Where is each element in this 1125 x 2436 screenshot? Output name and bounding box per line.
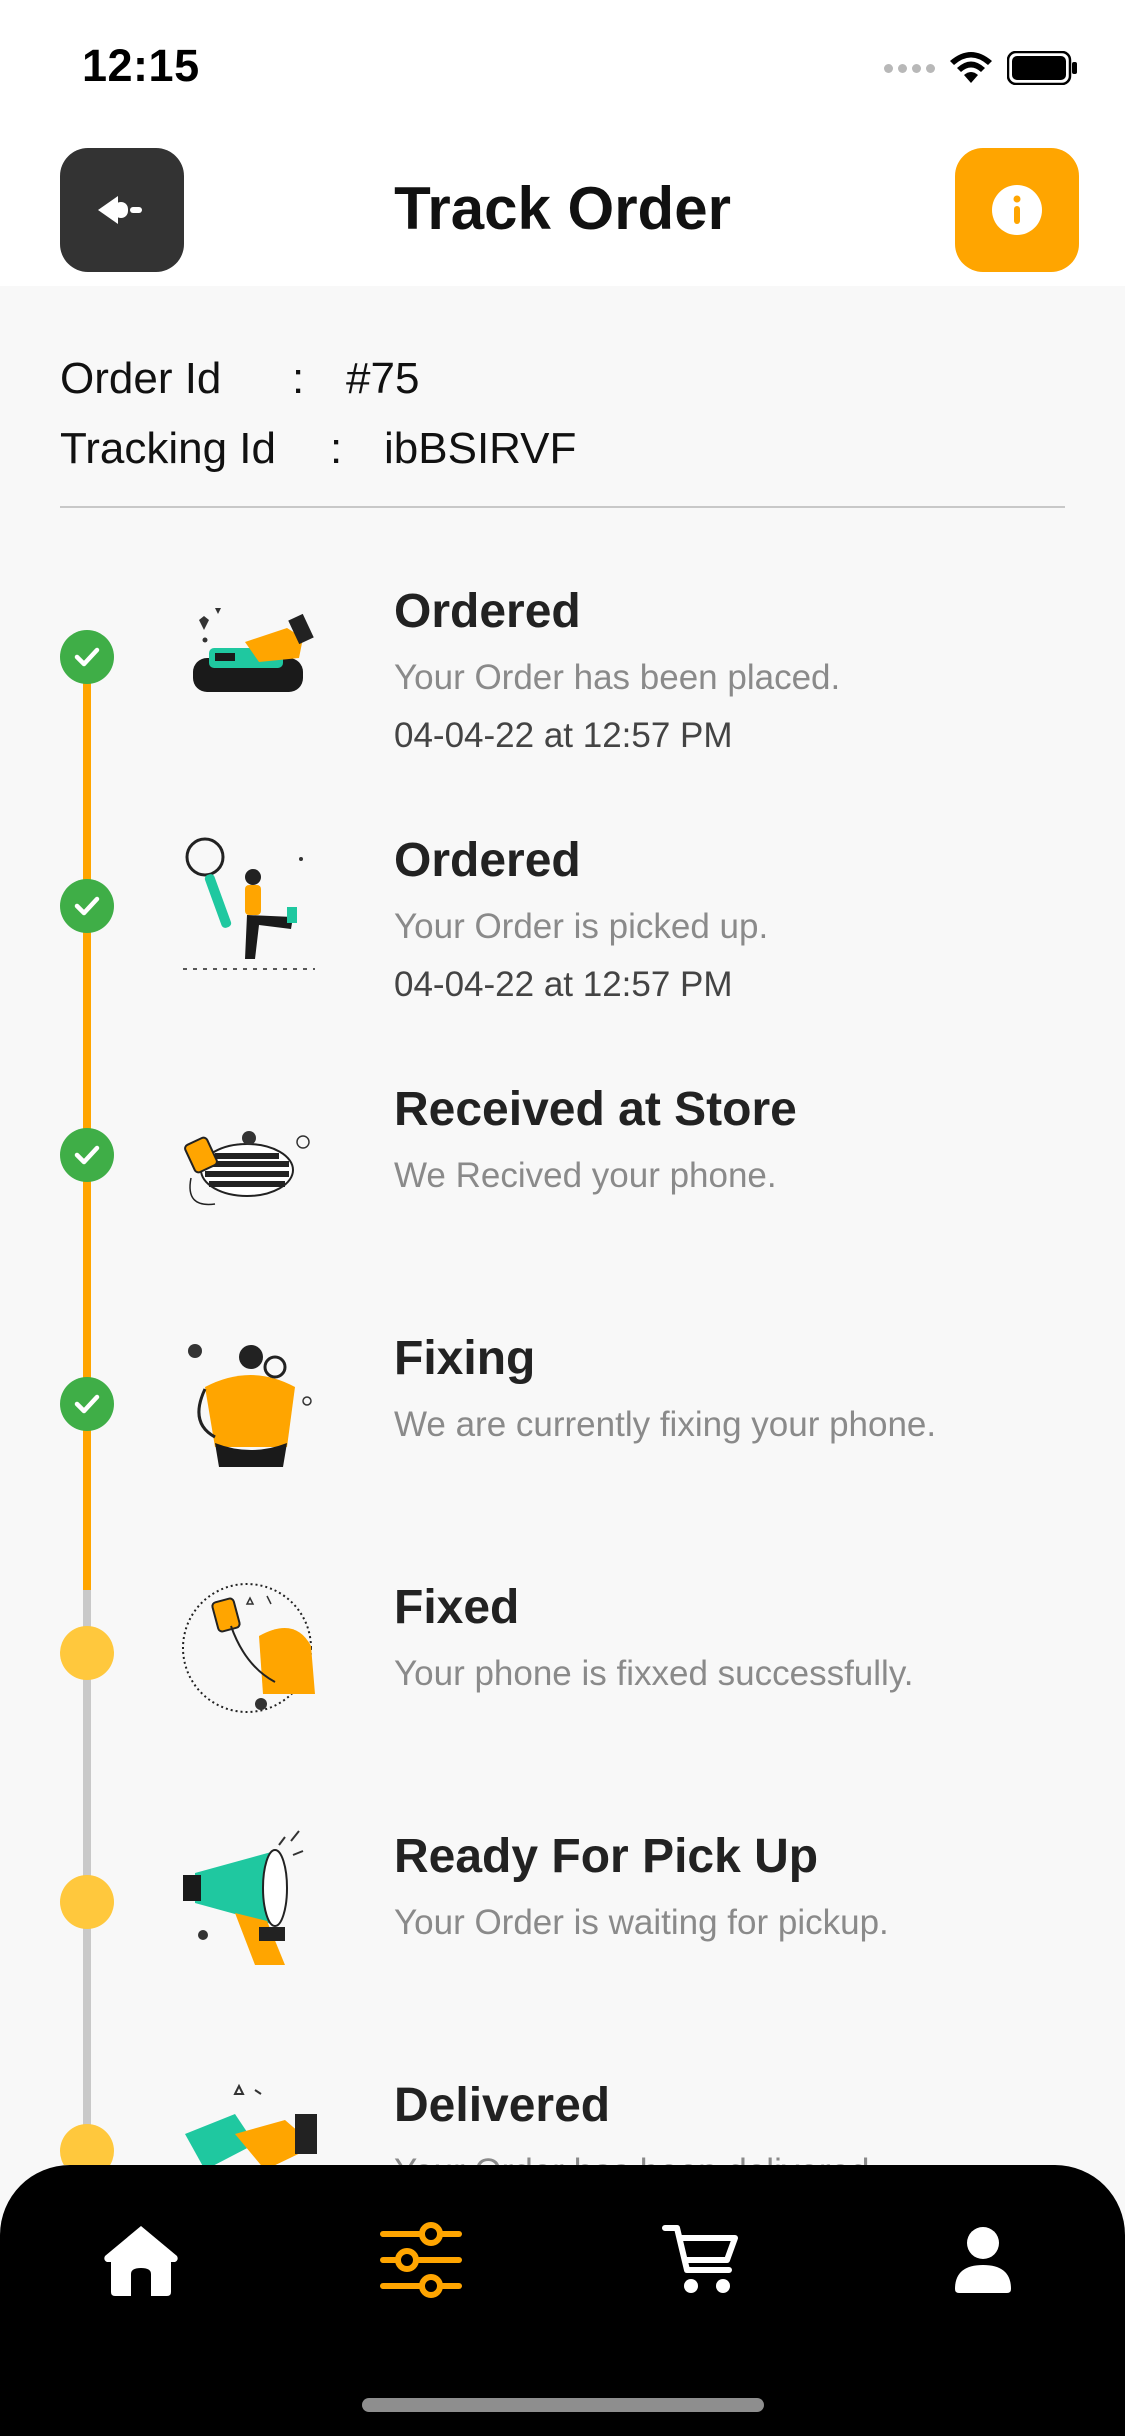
check-icon [60, 1128, 114, 1182]
pending-dot-icon [60, 1626, 114, 1680]
nav-profile[interactable] [928, 2205, 1038, 2315]
check-icon [60, 1377, 114, 1431]
phone-fixed-illustration [182, 1583, 315, 1713]
order-id-row: Order Id : #75 [60, 344, 576, 414]
filter-sliders-icon [380, 2222, 462, 2298]
store-receive-illustration [184, 1131, 310, 1206]
megaphone-illustration [183, 1830, 304, 1965]
step-title: Fixing [394, 1332, 536, 1385]
nav-cart[interactable] [646, 2205, 756, 2315]
nav-home[interactable] [86, 2205, 196, 2315]
payment-card-illustration [193, 608, 314, 692]
step-description: We are currently fixing your phone. [394, 1405, 937, 1444]
timeline-step: Fixing We are currently fixing your phon… [0, 1307, 1125, 1556]
order-id-value: #75 [346, 354, 420, 403]
check-icon [60, 630, 114, 684]
check-icon [60, 879, 114, 933]
divider [60, 506, 1065, 508]
step-title: Fixed [394, 1581, 520, 1634]
tracking-id-value: ibBSIRVF [384, 424, 577, 473]
timeline-step: Fixed Your phone is fixxed successfully. [0, 1556, 1125, 1805]
header: Track Order [0, 140, 1125, 286]
order-timeline: Ordered Your Order has been placed. 04-0… [0, 560, 1125, 2165]
home-icon [104, 2226, 178, 2296]
order-id-label: Order Id [60, 354, 222, 403]
step-description: Your Order has been placed. [394, 658, 841, 697]
timeline-step: Received at Store We Recived your phone. [0, 1058, 1125, 1307]
nav-orders[interactable] [366, 2205, 476, 2315]
tracking-id-separator: : [330, 424, 343, 473]
pending-dot-icon [60, 2124, 114, 2165]
timeline-step: Ordered Your Order has been placed. 04-0… [0, 560, 1125, 809]
step-description: Your Order is waiting for pickup. [394, 1903, 889, 1942]
step-date: 04-04-22 at 12:57 PM [394, 965, 733, 1004]
step-title: Delivered [394, 2079, 611, 2132]
timeline-step: Ordered Your Order is picked up. 04-04-2… [0, 809, 1125, 1058]
home-indicator [362, 2398, 764, 2412]
order-info: Order Id : #75 Tracking Id : ibBSIRVF [60, 344, 576, 484]
step-description: Your Order is picked up. [394, 907, 769, 946]
profile-icon [955, 2227, 1011, 2293]
repair-person-illustration [188, 1344, 312, 1467]
info-button[interactable] [955, 148, 1079, 272]
step-description: Your Order has been delivered. [394, 2152, 879, 2165]
step-title: Ready For Pick Up [394, 1830, 819, 1883]
cart-icon [662, 2225, 738, 2293]
info-icon [992, 185, 1042, 235]
order-id-separator: : [292, 354, 305, 403]
timeline-step: Delivered Your Order has been delivered. [0, 2054, 1125, 2165]
step-description: We Recived your phone. [394, 1156, 777, 1195]
battery-icon [1007, 51, 1077, 85]
wifi-icon [950, 52, 992, 83]
step-description: Your phone is fixxed successfully. [394, 1654, 914, 1693]
cellular-signal-icon [884, 63, 935, 73]
timeline-step: Ready For Pick Up Your Order is waiting … [0, 1805, 1125, 2054]
tracking-id-label: Tracking Id [60, 424, 277, 473]
bottom-navigation [0, 2165, 1125, 2436]
status-bar: 12:15 [0, 0, 1125, 140]
step-title: Ordered [394, 585, 581, 638]
pending-dot-icon [60, 1875, 114, 1929]
tracking-id-row: Tracking Id : ibBSIRVF [60, 414, 576, 484]
step-date: 04-04-22 at 12:57 PM [394, 716, 733, 755]
search-person-illustration [183, 837, 315, 970]
step-title: Ordered [394, 834, 581, 887]
status-time: 12:15 [82, 40, 200, 91]
step-title: Received at Store [394, 1083, 797, 1136]
handshake-illustration [185, 2083, 317, 2165]
status-icons [884, 50, 1079, 86]
